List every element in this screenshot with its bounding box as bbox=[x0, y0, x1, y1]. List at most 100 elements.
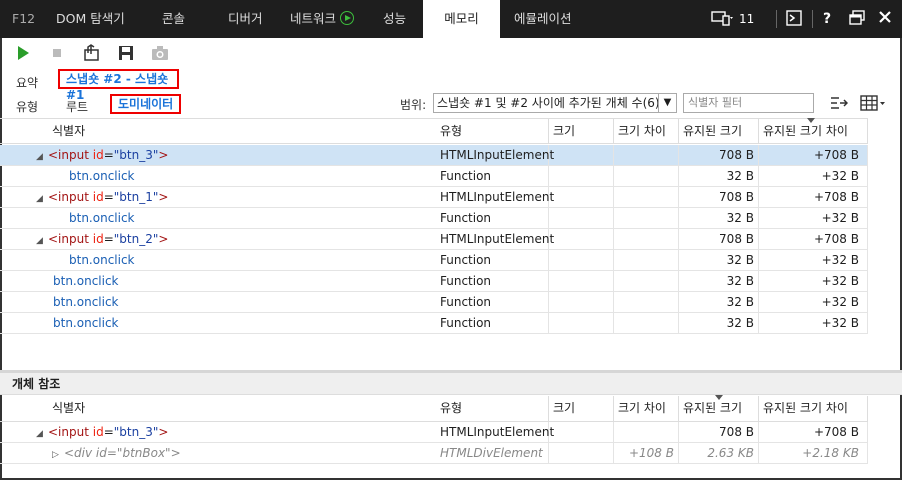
identifier-cell[interactable]: btn.onclick bbox=[0, 208, 436, 228]
size-cell bbox=[549, 313, 614, 333]
size-cell bbox=[549, 443, 614, 463]
memory-toolbar bbox=[0, 38, 902, 68]
col-type[interactable]: 유형 bbox=[436, 119, 549, 144]
col-identifier[interactable]: 식별자 bbox=[0, 119, 436, 144]
table-row[interactable]: ◢ <input id="btn_2"> HTMLInputElement 708… bbox=[0, 229, 868, 250]
identifier-cell[interactable]: btn.onclick bbox=[0, 166, 436, 186]
retained-cell: 32 B bbox=[679, 313, 759, 333]
start-icon[interactable] bbox=[14, 44, 32, 62]
col-size-diff[interactable]: 크기 차이 bbox=[614, 119, 679, 144]
col-size-diff[interactable]: 크기 차이 bbox=[614, 396, 679, 421]
col-retained-diff[interactable]: 유지된 크기 차이 bbox=[759, 118, 868, 144]
size-cell bbox=[549, 271, 614, 291]
undock-icon[interactable] bbox=[849, 10, 865, 31]
sort-desc-icon bbox=[715, 395, 723, 400]
type-cell: Function bbox=[436, 166, 549, 186]
scope-value: 스냅숏 #1 및 #2 사이에 추가된 개체 수(6) bbox=[437, 96, 660, 110]
view-label: 유형 bbox=[16, 100, 39, 114]
tab-emulation[interactable]: 에뮬레이션 bbox=[514, 0, 572, 38]
type-cell: Function bbox=[436, 250, 549, 270]
size-diff-cell bbox=[614, 166, 679, 186]
scope-select[interactable]: 스냅숏 #1 및 #2 사이에 추가된 개체 수(6) ▼ bbox=[433, 93, 677, 113]
type-cell: HTMLInputElement bbox=[436, 145, 554, 165]
size-cell bbox=[549, 166, 614, 186]
table-row[interactable]: btn.onclick Function 32 B +32 B bbox=[0, 250, 868, 271]
expand-icon[interactable]: ◢ bbox=[36, 147, 48, 167]
identifier-cell[interactable]: btn.onclick bbox=[0, 292, 436, 312]
tab-network[interactable]: 네트워크 bbox=[290, 0, 355, 38]
table-row[interactable]: ◢ <input id="btn_3"> HTMLInputElement 708… bbox=[0, 145, 868, 166]
identifier-cell[interactable]: btn.onclick bbox=[0, 271, 436, 291]
col-size[interactable]: 크기 bbox=[549, 396, 614, 421]
identifier-filter-input[interactable]: 식별자 필터 bbox=[683, 93, 814, 113]
size-diff-cell bbox=[614, 271, 679, 291]
retained-diff-cell: +32 B bbox=[759, 292, 868, 312]
size-diff-cell bbox=[614, 313, 679, 333]
identifier-cell[interactable]: btn.onclick bbox=[0, 313, 436, 333]
table-row[interactable]: btn.onclick Function 32 B +32 B bbox=[0, 208, 868, 229]
tab-performance[interactable]: 성능 bbox=[383, 0, 406, 38]
size-cell bbox=[549, 422, 614, 442]
retained-diff-cell: +32 B bbox=[759, 313, 868, 333]
size-diff-cell bbox=[614, 187, 679, 207]
col-type[interactable]: 유형 bbox=[436, 396, 549, 421]
tab-dom-explorer[interactable]: DOM 탐색기 bbox=[56, 0, 125, 38]
table-row[interactable]: btn.onclick Function 32 B +32 B bbox=[0, 313, 868, 334]
retained-diff-cell: +2.18 KB bbox=[759, 443, 868, 463]
table-row[interactable]: btn.onclick Function 32 B +32 B bbox=[0, 292, 868, 313]
table-row[interactable]: ◢ <input id="btn_1"> HTMLInputElement 708… bbox=[0, 187, 868, 208]
view-roots[interactable]: 루트 bbox=[66, 98, 88, 115]
retained-cell: 32 B bbox=[679, 250, 759, 270]
table-row[interactable]: ▷ <div id="btnBox"> HTMLDivElement +108 B… bbox=[0, 443, 868, 464]
device-icon[interactable] bbox=[707, 10, 737, 31]
retained-diff-cell: +32 B bbox=[759, 166, 868, 186]
tab-console[interactable]: 콘솔 bbox=[162, 0, 185, 38]
expand-icon[interactable]: ◢ bbox=[36, 189, 48, 209]
size-diff-cell bbox=[614, 292, 679, 312]
col-retained[interactable]: 유지된 크기 bbox=[679, 395, 759, 421]
stop-icon[interactable] bbox=[48, 44, 66, 62]
save-icon[interactable] bbox=[117, 44, 135, 62]
retained-diff-cell: +708 B bbox=[759, 229, 868, 249]
type-cell: Function bbox=[436, 208, 549, 228]
console-icon[interactable] bbox=[786, 10, 802, 31]
view-dominators[interactable]: 도미네이터 bbox=[110, 94, 182, 114]
size-cell bbox=[549, 208, 614, 228]
collapsed-icon[interactable]: ▷ bbox=[52, 445, 64, 465]
size-diff-cell bbox=[614, 422, 679, 442]
close-icon[interactable] bbox=[878, 10, 892, 29]
camera-icon[interactable] bbox=[151, 44, 169, 62]
retained-cell: 32 B bbox=[679, 208, 759, 228]
size-cell bbox=[549, 229, 614, 249]
tab-memory[interactable]: 메모리 bbox=[423, 0, 500, 38]
retained-cell: 32 B bbox=[679, 292, 759, 312]
col-retained[interactable]: 유지된 크기 bbox=[679, 119, 759, 144]
type-cell: HTMLDivElement bbox=[436, 443, 549, 463]
retained-cell: 32 B bbox=[679, 166, 759, 186]
identifier-cell[interactable]: btn.onclick bbox=[0, 250, 436, 270]
col-size[interactable]: 크기 bbox=[549, 119, 614, 144]
snapshot-compare-link[interactable]: 스냅숏 #2 - 스냅숏 #1 bbox=[58, 69, 179, 102]
import-icon[interactable] bbox=[82, 44, 100, 62]
size-diff-cell bbox=[614, 145, 679, 165]
record-icon bbox=[340, 11, 355, 25]
table-row[interactable]: btn.onclick Function 32 B +32 B bbox=[0, 166, 868, 187]
col-retained-diff[interactable]: 유지된 크기 차이 bbox=[759, 396, 868, 421]
type-cell: HTMLInputElement bbox=[436, 422, 554, 442]
help-icon[interactable]: ? bbox=[820, 10, 834, 28]
col-identifier[interactable]: 식별자 bbox=[0, 396, 436, 421]
columns-icon[interactable] bbox=[860, 95, 886, 114]
size-diff-cell bbox=[614, 208, 679, 228]
table-row[interactable]: btn.onclick Function 32 B +32 B bbox=[0, 271, 868, 292]
tab-debugger[interactable]: 디버거 bbox=[228, 0, 263, 38]
object-references-title: 개체 참조 bbox=[0, 373, 902, 395]
size-cell bbox=[549, 187, 614, 207]
expand-icon[interactable]: ◢ bbox=[36, 231, 48, 251]
expand-all-icon[interactable] bbox=[830, 95, 849, 114]
table-row[interactable]: ◢ <input id="btn_3"> HTMLInputElement 708… bbox=[0, 422, 868, 443]
summary-area: 요약 스냅숏 #2 - 스냅숏 #1 유형 루트 도미네이터 범위: 스냅숏 #… bbox=[0, 68, 902, 114]
size-cell bbox=[549, 250, 614, 270]
expand-icon[interactable]: ◢ bbox=[36, 424, 48, 444]
retained-cell: 708 B bbox=[679, 145, 759, 165]
type-cell: HTMLInputElement bbox=[436, 187, 554, 207]
